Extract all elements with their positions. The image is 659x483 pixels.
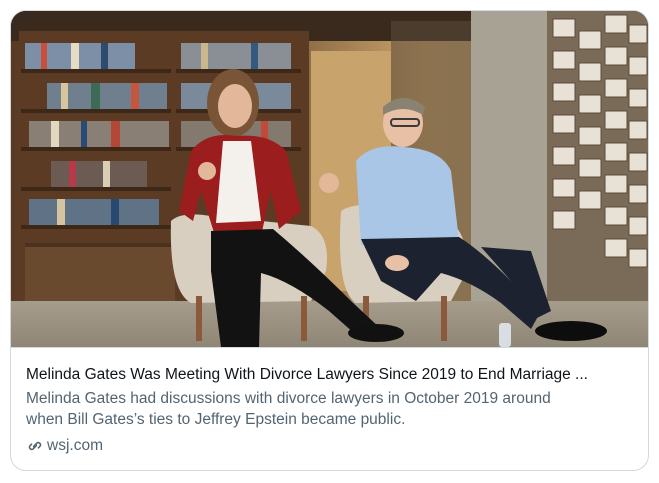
link-preview-card[interactable]: Melinda Gates Was Meeting With Divorce L… xyxy=(10,10,649,471)
card-description-line: when Bill Gates’s ties to Jeffrey Epstei… xyxy=(26,411,406,428)
card-description: Melinda Gates had discussions with divor… xyxy=(26,388,626,430)
card-image[interactable] xyxy=(11,11,648,347)
link-icon xyxy=(26,437,44,455)
card-text-area[interactable]: Melinda Gates Was Meeting With Divorce L… xyxy=(11,347,648,470)
card-title: Melinda Gates Was Meeting With Divorce L… xyxy=(26,366,588,383)
card-domain[interactable]: wsj.com xyxy=(26,437,103,455)
card-description-line: Melinda Gates had discussions with divor… xyxy=(26,390,551,407)
card-domain-text: wsj.com xyxy=(47,437,103,454)
